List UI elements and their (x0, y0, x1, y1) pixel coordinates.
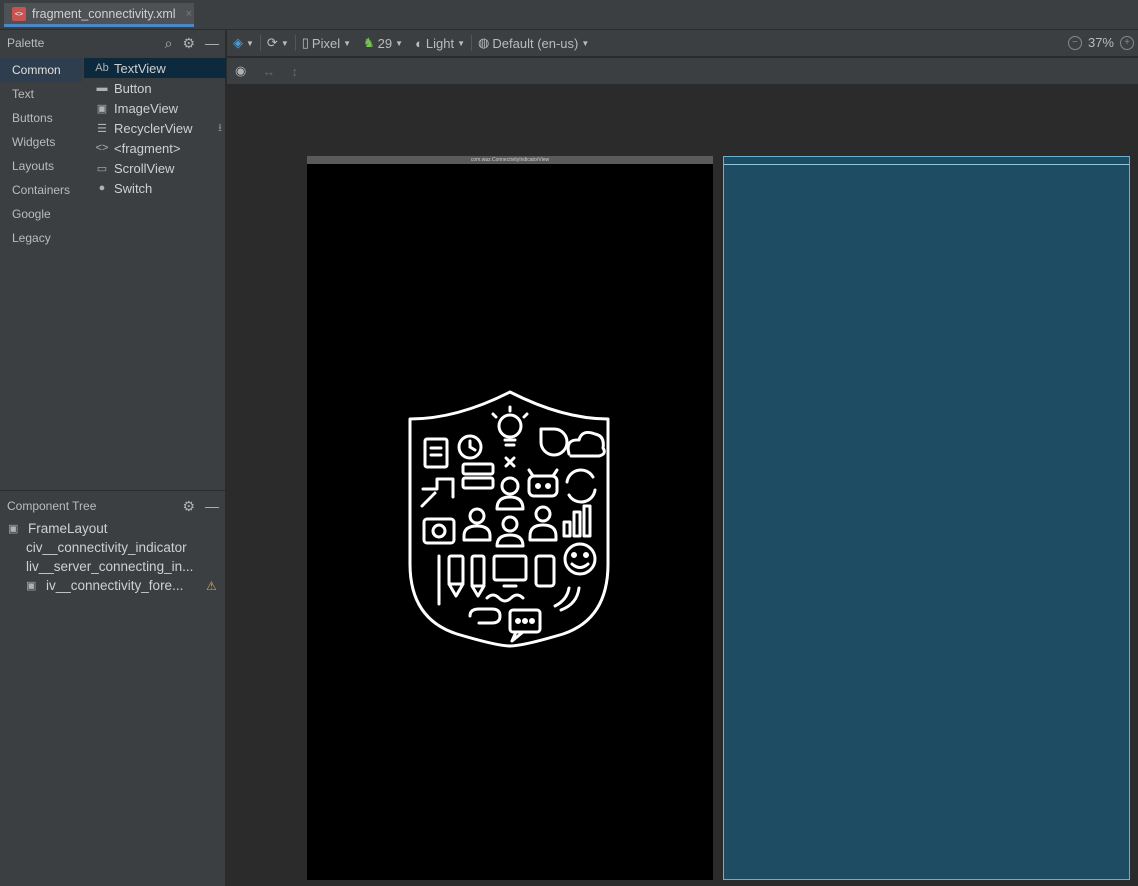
editor-tab-bar: <> fragment_connectivity.xml × (0, 0, 1138, 30)
minimize-icon[interactable]: — (205, 497, 219, 515)
zoom-out-icon[interactable]: − (1067, 35, 1082, 50)
design-toolbar: ◈ ▼ ⟳ ▼ ▯ Pixel ▼ ♞ 29 ▼ ◐ Light ▼ ◍ Default … (227, 30, 1138, 57)
tree-node-label: civ__connectivity_indicator (26, 540, 187, 555)
theme-dropdown[interactable]: ◐ Light ▼ (409, 36, 471, 51)
gear-icon[interactable]: ⚙ (182, 497, 195, 515)
tree-node-server-connecting[interactable]: liv__server_connecting_in... (0, 557, 225, 576)
orientation-dropdown[interactable]: ⟳ ▼ (261, 35, 295, 51)
layers-dropdown[interactable]: ◈ ▼ (227, 35, 260, 51)
warning-icon[interactable]: ⚠ (206, 579, 217, 593)
shield-illustration (408, 390, 610, 648)
palette-item-button[interactable]: ▬ Button (84, 78, 226, 98)
palette-category[interactable]: Legacy (0, 226, 82, 250)
palette-item-scrollview[interactable]: ▭ ScrollView (84, 158, 226, 178)
palette-item-fragment[interactable]: <> <fragment> (84, 138, 226, 158)
tab-label: fragment_connectivity.xml (32, 6, 176, 21)
palette-category[interactable]: Text (0, 82, 82, 106)
palette-item-label: Switch (114, 180, 153, 196)
list-icon: ☰ (97, 122, 107, 135)
palette-category[interactable]: Containers (0, 178, 82, 202)
palette-item-label: ImageView (114, 100, 179, 116)
zoom-controls: − 37% + (1067, 35, 1134, 50)
palette-items: Ab TextView ▬ Button ▣ ImageView ☰ Recyc… (84, 58, 226, 198)
tree-node-imageview[interactable]: ▣ iv__connectivity_fore... ⚠ (0, 576, 225, 595)
device-dropdown[interactable]: ▯ Pixel ▼ (296, 35, 357, 51)
palette-panel: Palette ⌕ ⚙ — Common Text Buttons Widget… (0, 30, 226, 490)
palette-item-label: ScrollView (114, 160, 175, 176)
horizontal-arrows-icon: ↔ (262, 63, 276, 79)
api-dropdown[interactable]: ♞ 29 ▼ (357, 35, 409, 51)
preview-top-label: com.waz.ConnectivityIndicatorView (470, 157, 550, 163)
palette-item-textview[interactable]: Ab TextView (84, 58, 226, 78)
theme-label: Light (425, 35, 455, 51)
phone-icon: ▯ (301, 35, 309, 50)
zoom-in-icon[interactable]: + (1120, 35, 1134, 50)
palette-item-switch[interactable]: ● Switch (84, 178, 226, 198)
palette-category[interactable]: Common (0, 58, 82, 82)
component-tree-header: Component Tree ⚙ — (0, 493, 225, 519)
image-icon: ▣ (96, 102, 108, 115)
tree-node-indicator[interactable]: civ__connectivity_indicator (0, 538, 225, 557)
component-tree-panel: Component Tree ⚙ — ▣ FrameLayout civ__co… (0, 490, 226, 886)
xml-file-icon: <> (12, 6, 26, 21)
locale-dropdown[interactable]: ◍ Default (en-us) ▼ (472, 35, 595, 51)
textview-icon: Ab (95, 62, 109, 74)
download-icon[interactable]: ⭳ (218, 119, 222, 138)
palette-header: Palette ⌕ ⚙ — (0, 30, 225, 56)
switch-icon: ● (98, 182, 106, 194)
palette-category[interactable]: Widgets (0, 130, 82, 154)
tab-fragment-connectivity[interactable]: <> fragment_connectivity.xml × (4, 3, 194, 27)
tree-node-label: FrameLayout (28, 521, 108, 536)
framelayout-icon: ▣ (8, 523, 19, 535)
tree-node-label: iv__connectivity_fore... (46, 578, 184, 593)
design-subtoolbar: ◉ ↔ ↕ (227, 58, 1138, 85)
globe-icon: ◍ (478, 35, 490, 50)
rotate-icon: ⟳ (266, 35, 278, 50)
palette-item-label: RecyclerView (114, 120, 193, 136)
tab-close-icon[interactable]: × (186, 8, 192, 20)
search-icon[interactable]: ⌕ (165, 34, 173, 52)
palette-item-label: TextView (114, 60, 166, 76)
button-icon: ▬ (96, 82, 108, 94)
scrollview-icon: ▭ (96, 162, 108, 175)
android-icon: ♞ (363, 35, 375, 50)
eye-icon[interactable]: ◉ (235, 63, 246, 79)
zoom-level: 37% (1087, 35, 1114, 50)
tree-node-framelayout[interactable]: ▣ FrameLayout (0, 519, 225, 538)
palette-category[interactable]: Buttons (0, 106, 82, 130)
locale-label: Default (en-us) (492, 35, 579, 51)
tree-node-label: liv__server_connecting_in... (26, 559, 194, 574)
palette-item-imageview[interactable]: ▣ ImageView (84, 98, 226, 118)
layers-icon: ◈ (233, 35, 243, 50)
palette-item-recyclerview[interactable]: ☰ RecyclerView ⭳ (84, 118, 226, 138)
device-label: Pixel (311, 35, 341, 51)
blueprint-preview[interactable] (723, 156, 1130, 880)
palette-title: Palette (7, 36, 45, 50)
image-icon: ▣ (26, 580, 37, 592)
design-canvas[interactable]: com.waz.ConnectivityIndicatorView (227, 86, 1138, 886)
palette-item-label: <fragment> (114, 140, 181, 156)
theme-icon: ◐ (415, 35, 423, 51)
code-icon: <> (95, 142, 109, 154)
vertical-arrows-icon: ↕ (291, 63, 298, 79)
palette-item-label: Button (114, 80, 152, 96)
api-label: 29 (377, 35, 393, 51)
palette-category[interactable]: Google (0, 202, 82, 226)
design-preview[interactable]: com.waz.ConnectivityIndicatorView (307, 156, 713, 880)
palette-categories: Common Text Buttons Widgets Layouts Cont… (0, 58, 82, 250)
palette-category[interactable]: Layouts (0, 154, 82, 178)
blueprint-top-view (724, 157, 1129, 165)
gear-icon[interactable]: ⚙ (182, 34, 195, 52)
component-tree-title: Component Tree (7, 499, 97, 513)
minimize-icon[interactable]: — (205, 34, 219, 52)
